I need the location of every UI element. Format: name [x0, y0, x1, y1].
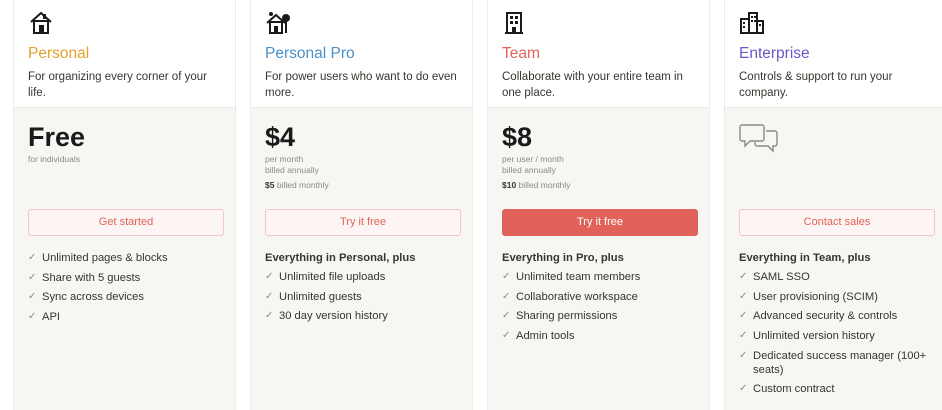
plan-name: Enterprise	[739, 45, 810, 62]
check-icon: ✓	[739, 290, 748, 302]
plan-card-team: Team Collaborate with your entire team i…	[487, 0, 710, 410]
plan-card-personal: Personal For organizing every corner of …	[13, 0, 236, 410]
price-note: billed annually	[265, 165, 319, 175]
plan-body: Free for individuals Get started ✓ Unlimi…	[14, 108, 235, 410]
check-icon: ✓	[28, 271, 37, 283]
check-icon: ✓	[502, 290, 511, 302]
plan-header: Personal Pro For power users who want to…	[251, 0, 472, 108]
plan-description: For organizing every corner of your life…	[28, 71, 207, 99]
plan-name: Team	[502, 45, 540, 62]
check-icon: ✓	[28, 252, 37, 263]
features-heading: Everything in Team, plus	[739, 252, 871, 264]
plan-price: Free	[28, 122, 86, 152]
feature-list: ✓ Unlimited pages & blocks ✓ Share with 5 …	[28, 251, 227, 330]
features-heading: Everything in Pro, plus	[502, 252, 624, 264]
price-note: per user / month	[502, 154, 564, 164]
feature-item: ✓ Collaborative workspace	[502, 290, 638, 303]
get-started-button[interactable]: Get started	[28, 209, 224, 236]
check-icon: ✓	[265, 271, 274, 282]
feature-item: ✓ Advanced security & controls	[739, 310, 898, 323]
plan-name: Personal	[28, 45, 90, 62]
plan-name: Personal Pro	[265, 45, 355, 62]
feature-item: ✓ Dedicated success manager (100+ seats)	[739, 349, 927, 376]
feature-item: ✓ SAML SSO	[739, 271, 810, 283]
price-note: billed annually	[502, 165, 556, 175]
house-icon	[30, 11, 52, 34]
feature-item: ✓ 30 day version history	[265, 310, 388, 323]
plan-price: $4	[265, 122, 296, 152]
house-tree-icon	[266, 12, 290, 34]
plan-header: Enterprise Controls & support to run you…	[725, 0, 942, 108]
feature-item: ✓ Unlimited guests	[265, 290, 362, 303]
feature-list: Everything in Team, plus ✓ SAML SSO ✓ User…	[739, 251, 938, 402]
plan-body: $8 per user / month billed annually $10 …	[488, 108, 709, 410]
feature-item: ✓ User provisioning (SCIM)	[739, 290, 878, 303]
check-icon: ✓	[739, 271, 748, 282]
plan-description: For power users who want to do even more…	[265, 71, 457, 99]
plan-description: Controls & support to run your company.	[739, 71, 893, 99]
feature-item: ✓ Unlimited file uploads	[265, 271, 386, 283]
feature-item: ✓ Sync across devices	[28, 291, 144, 304]
check-icon: ✓	[28, 291, 37, 303]
feature-item: ✓ Share with 5 guests	[28, 271, 141, 284]
plan-header: Personal For organizing every corner of …	[14, 0, 235, 108]
feature-item: ✓ Unlimited pages & blocks	[28, 252, 168, 264]
feature-item: ✓ API	[28, 311, 61, 324]
monthly-price: $10 billed monthly	[502, 180, 571, 190]
feature-item: ✓ Unlimited team members	[502, 271, 641, 283]
plan-price: $8	[502, 122, 533, 152]
plan-card-personal-pro: Personal Pro For power users who want to…	[250, 0, 473, 410]
office-building-icon	[505, 12, 523, 34]
try-it-free-button[interactable]: Try it free	[502, 209, 698, 236]
feature-list: Everything in Personal, plus ✓ Unlimited …	[265, 251, 464, 329]
check-icon: ✓	[739, 349, 748, 361]
try-it-free-button[interactable]: Try it free	[265, 209, 461, 236]
plan-description: Collaborate with your entire team in one…	[502, 71, 683, 99]
check-icon: ✓	[265, 310, 274, 322]
feature-item: ✓ Custom contract	[739, 383, 835, 396]
city-buildings-icon	[740, 12, 764, 34]
feature-list: Everything in Pro, plus ✓ Unlimited team …	[502, 251, 701, 349]
check-icon: ✓	[502, 310, 511, 322]
monthly-price: $5 billed monthly	[265, 180, 329, 190]
plan-card-enterprise: Enterprise Controls & support to run you…	[724, 0, 942, 410]
check-icon: ✓	[739, 310, 748, 322]
check-icon: ✓	[502, 330, 511, 342]
plan-body: $4 per month billed annually $5 billed m…	[251, 108, 472, 410]
plan-header: Team Collaborate with your entire team i…	[488, 0, 709, 108]
chat-bubbles-icon	[739, 124, 778, 153]
check-icon: ✓	[502, 271, 511, 282]
plan-body: Contact sales Everything in Team, plus ✓…	[725, 108, 942, 410]
feature-item: ✓ Admin tools	[502, 330, 575, 343]
price-note: per month	[265, 154, 304, 164]
feature-item: ✓ Unlimited version history	[739, 330, 875, 343]
contact-sales-button[interactable]: Contact sales	[739, 209, 935, 236]
check-icon: ✓	[739, 383, 748, 395]
check-icon: ✓	[265, 290, 274, 302]
features-heading: Everything in Personal, plus	[265, 252, 416, 264]
check-icon: ✓	[28, 311, 37, 323]
check-icon: ✓	[739, 330, 748, 342]
feature-item: ✓ Sharing permissions	[502, 310, 618, 323]
price-note: for individuals	[28, 154, 80, 164]
